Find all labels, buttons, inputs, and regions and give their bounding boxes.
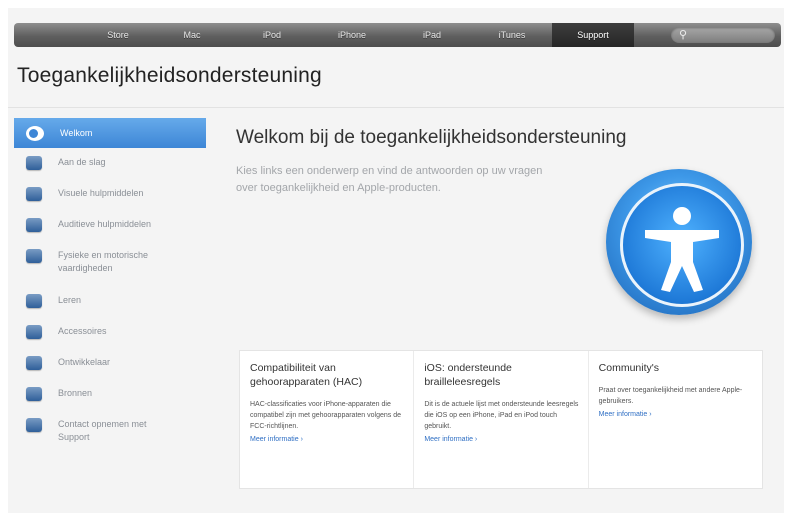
developer-icon	[26, 356, 42, 370]
sidebar-item-contact-support[interactable]: Contact opnemen met Support	[14, 418, 166, 444]
nav-support[interactable]: Support	[552, 23, 634, 47]
more-info-link[interactable]: Meer informatie ›	[599, 409, 754, 420]
card-body: Dit is de actuele lijst met ondersteunde…	[424, 401, 579, 430]
apple-logo-icon[interactable]	[14, 23, 84, 47]
sidebar-item-label: Accessoires	[58, 326, 107, 336]
sidebar-item-label: Fysieke en motorische vaardigheden	[58, 250, 149, 273]
sidebar-item-label: Visuele hulpmiddelen	[58, 188, 144, 198]
card-title: Compatibiliteit van gehoorapparaten (HAC…	[250, 362, 363, 388]
arrow-right-icon	[26, 156, 42, 170]
page-title: Toegankelijkheidsondersteuning	[17, 64, 322, 87]
card-body: HAC-classificaties voor iPhone-apparaten…	[250, 401, 401, 430]
sidebar-item-label: Bronnen	[58, 388, 93, 398]
sidebar-item-leren[interactable]: Leren	[14, 294, 206, 308]
sidebar-item-aan-de-slag[interactable]: Aan de slag	[14, 156, 206, 170]
sidebar-item-label: Contact opnemen met Support	[58, 419, 147, 442]
card-body: Praat over toegankelijkheid met andere A…	[598, 387, 743, 405]
nav-itunes[interactable]: iTunes	[472, 23, 552, 47]
sidebar-item-label: Leren	[58, 295, 82, 305]
card-communities: Community's Praat over toegankelijkheid …	[589, 351, 762, 488]
card-hac: Compatibiliteit van gehoorapparaten (HAC…	[240, 351, 415, 488]
nav-mac[interactable]: Mac	[152, 23, 232, 47]
sidebar-item-welkom[interactable]: Welkom	[14, 118, 206, 148]
resources-icon	[26, 387, 42, 401]
search-icon: ⚲	[679, 29, 688, 41]
audio-icon	[26, 218, 42, 232]
info-cards: Compatibiliteit van gehoorapparaten (HAC…	[239, 350, 763, 489]
more-info-link[interactable]: Meer informatie ›	[250, 434, 405, 445]
card-braille: iOS: ondersteunde brailleleesregels Dit …	[414, 351, 589, 488]
divider	[8, 107, 784, 108]
sidebar-item-label: Auditieve hulpmiddelen	[58, 219, 152, 229]
more-info-link[interactable]: Meer informatie ›	[424, 434, 579, 445]
search-input[interactable]: ⚲	[671, 27, 775, 43]
nav-ipad[interactable]: iPad	[392, 23, 472, 47]
accessories-icon	[26, 325, 42, 339]
accessibility-icon	[26, 125, 44, 141]
sidebar-item-bronnen[interactable]: Bronnen	[14, 387, 206, 401]
sidebar-item-ontwikkelaar[interactable]: Ontwikkelaar	[14, 356, 206, 370]
sidebar-item-visuele-hulpmiddelen[interactable]: Visuele hulpmiddelen	[14, 187, 206, 201]
sidebar-item-fysieke-motorische-vaardigheden[interactable]: Fysieke en motorische vaardigheden	[14, 249, 156, 275]
sidebar-item-auditieve-hulpmiddelen[interactable]: Auditieve hulpmiddelen	[14, 218, 206, 232]
global-nav: Store Mac iPod iPhone iPad iTunes Suppor…	[14, 23, 781, 47]
learning-icon	[26, 294, 42, 308]
main-heading: Welkom bij de toegankelijkheidsondersteu…	[236, 127, 627, 148]
intro-text: Kies links een onderwerp en vind de antw…	[236, 165, 543, 194]
sidebar: Welkom Aan de slag Visuele hulpmiddelen …	[14, 118, 206, 444]
nav-ipod[interactable]: iPod	[232, 23, 312, 47]
display-icon	[26, 187, 42, 201]
sidebar-item-accessoires[interactable]: Accessoires	[14, 325, 206, 339]
sidebar-item-label: Aan de slag	[58, 157, 106, 167]
nav-iphone[interactable]: iPhone	[312, 23, 392, 47]
card-title: iOS: ondersteunde brailleleesregels	[424, 362, 512, 388]
contact-icon	[26, 418, 42, 432]
card-title: Community's	[598, 362, 660, 374]
motor-icon	[26, 249, 42, 263]
nav-store[interactable]: Store	[84, 23, 152, 47]
accessibility-logo-icon	[606, 169, 752, 315]
sidebar-item-label: Welkom	[60, 127, 93, 138]
sidebar-item-label: Ontwikkelaar	[58, 357, 111, 367]
